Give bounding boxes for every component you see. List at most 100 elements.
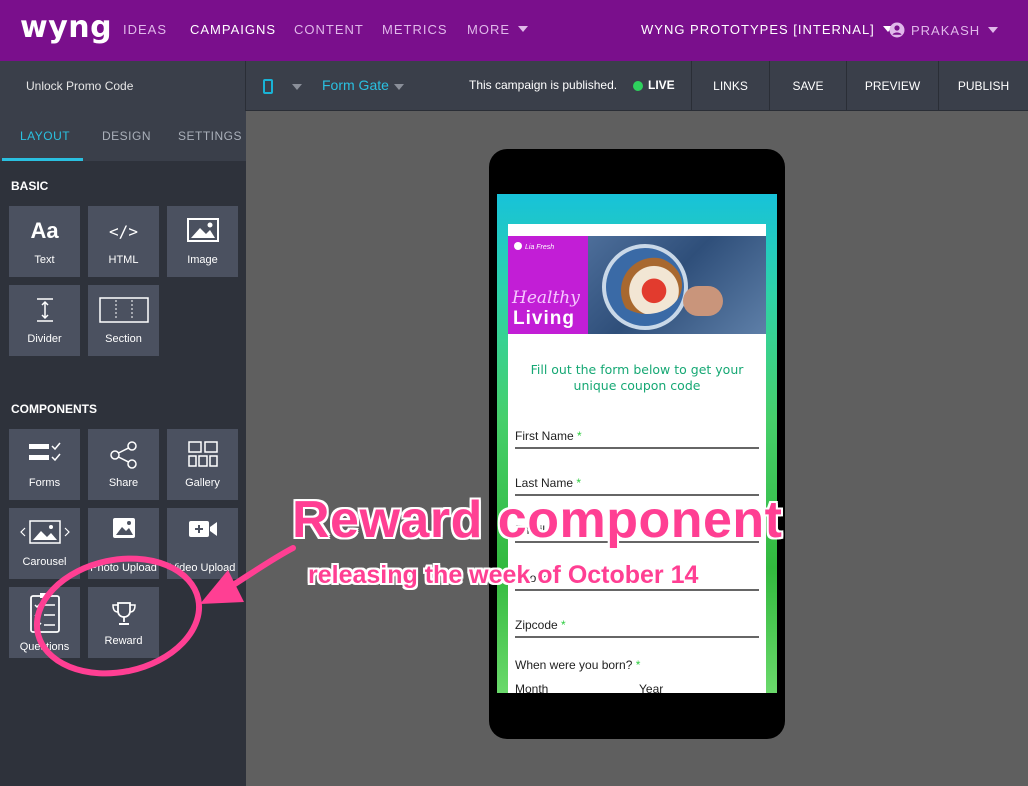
hero-banner: Lia Fresh Healthy Living [508,236,766,334]
nav-more[interactable]: MORE [467,22,528,37]
tab-layout[interactable]: LAYOUT [20,129,70,143]
form-intro-text: Fill out the form below to get your uniq… [530,362,744,393]
user-name: PRAKASH [911,23,981,38]
tab-settings[interactable]: SETTINGS [178,129,242,143]
tile-label: Video Upload [169,562,236,574]
nav-content[interactable]: CONTENT [294,22,364,37]
tile-label: Section [105,333,142,345]
tile-label: Divider [27,333,62,345]
org-switcher[interactable]: WYNG PROTOTYPES [INTERNAL] [641,22,893,37]
share-icon [88,441,159,469]
tile-label: Photo Upload [90,562,157,574]
chevron-down-icon [988,27,999,33]
photo-upload-icon [88,517,159,539]
user-avatar-icon [889,22,905,38]
hero-food-image [588,236,766,334]
basic-heading: BASIC [11,179,49,193]
photo-upload-tile[interactable]: Photo Upload [88,508,159,579]
editor-toolbar: Unlock Promo Code Form Gate This campaig… [0,61,1028,111]
save-button[interactable]: SAVE [769,61,846,111]
tile-label: Carousel [22,556,67,568]
tile-label: Share [108,477,139,489]
forms-tile[interactable]: Forms [9,429,80,500]
hero-line-2: Living [513,308,575,329]
components-heading: COMPONENTS [11,402,98,416]
text-tile[interactable]: Aa Text [9,206,80,277]
first-name-field[interactable]: First Name * [515,429,759,449]
forms-icon [9,441,80,465]
links-button[interactable]: LINKS [691,61,769,111]
tile-label: HTML [108,254,139,266]
gallery-icon [167,441,238,467]
field-label: Last Name [515,476,574,490]
tile-label: Image [187,254,218,266]
publish-button[interactable]: PUBLISH [938,61,1028,111]
birth-date-label: When were you born? * [515,658,640,672]
live-badge: LIVE [648,78,675,92]
questions-icon [9,593,80,633]
required-mark: * [576,476,582,490]
view-selector[interactable]: Form Gate [322,77,389,93]
divider-tile[interactable]: Divider [9,285,80,356]
field-label: Zipcode [515,618,558,632]
tile-label: Questions [19,641,70,653]
user-menu[interactable]: PRAKASH [889,22,999,38]
video-upload-icon [167,519,238,539]
questions-tile[interactable]: Questions [9,587,80,658]
section-tile[interactable]: Section [88,285,159,356]
code-icon: </> [109,222,138,241]
campaign-name[interactable]: Unlock Promo Code [26,79,133,93]
required-mark: * [561,618,566,632]
sidebar-tabs: LAYOUT DESIGN SETTINGS [0,111,246,161]
hero-tag: Lia Fresh [514,242,554,251]
publish-status-text: This campaign is published. [469,78,618,92]
component-sidebar: LAYOUT DESIGN SETTINGS BASIC Aa Text </>… [0,111,246,786]
video-upload-tile[interactable]: Video Upload [167,508,238,579]
annotation-subtitle: releasing the week of October 14 [308,561,699,589]
zipcode-field[interactable]: Zipcode * [515,618,759,638]
tile-label: Text [34,254,55,266]
tile-label: Forms [28,477,61,489]
nav-campaigns[interactable]: CAMPAIGNS [190,22,276,37]
active-tab-indicator [2,158,83,161]
share-tile[interactable]: Share [88,429,159,500]
carousel-tile[interactable]: Carousel [9,508,80,579]
image-tile[interactable]: Image [167,206,238,277]
text-icon: Aa [30,218,59,243]
field-label: First Name [515,429,574,443]
reward-tile[interactable]: Reward [88,587,159,658]
html-tile[interactable]: </> HTML [88,206,159,277]
phone-screen: Lia Fresh Healthy Living Fill out the fo… [497,194,777,693]
tab-design[interactable]: DESIGN [102,129,151,143]
campaign-title-area: Unlock Promo Code [0,61,246,111]
gallery-tile[interactable]: Gallery [167,429,238,500]
bowl-food-shape [612,256,682,314]
mobile-device-icon[interactable] [263,79,273,94]
wyng-logo[interactable]: wyng [20,12,112,44]
required-mark: * [577,429,582,443]
form-card: Lia Fresh Healthy Living Fill out the fo… [508,224,766,693]
required-mark: * [635,658,641,672]
org-name: WYNG PROTOTYPES [INTERNAL] [641,22,875,37]
annotation-title: Reward component [292,491,783,549]
trophy-icon [88,601,159,627]
hand-shape [683,286,723,316]
chevron-down-icon [518,26,528,32]
section-icon [88,297,159,323]
nav-metrics[interactable]: METRICS [382,22,448,37]
nav-more-label: MORE [467,22,510,37]
top-nav: wyng IDEAS CAMPAIGNS CONTENT METRICS MOR… [0,0,1028,61]
tile-label: Gallery [185,477,220,489]
divider-icon [9,297,80,323]
carousel-icon [9,520,80,544]
live-status-dot [633,81,643,91]
nav-ideas[interactable]: IDEAS [123,22,167,37]
chevron-down-icon[interactable] [292,84,302,90]
birth-month-select[interactable]: Month [515,682,548,693]
birth-year-select[interactable]: Year [639,682,663,693]
tile-label: Reward [104,635,143,647]
preview-button[interactable]: PREVIEW [846,61,938,111]
chevron-down-icon[interactable] [394,84,404,90]
birth-label-text: When were you born? [515,658,633,672]
hero-line-1: Healthy [512,288,580,308]
